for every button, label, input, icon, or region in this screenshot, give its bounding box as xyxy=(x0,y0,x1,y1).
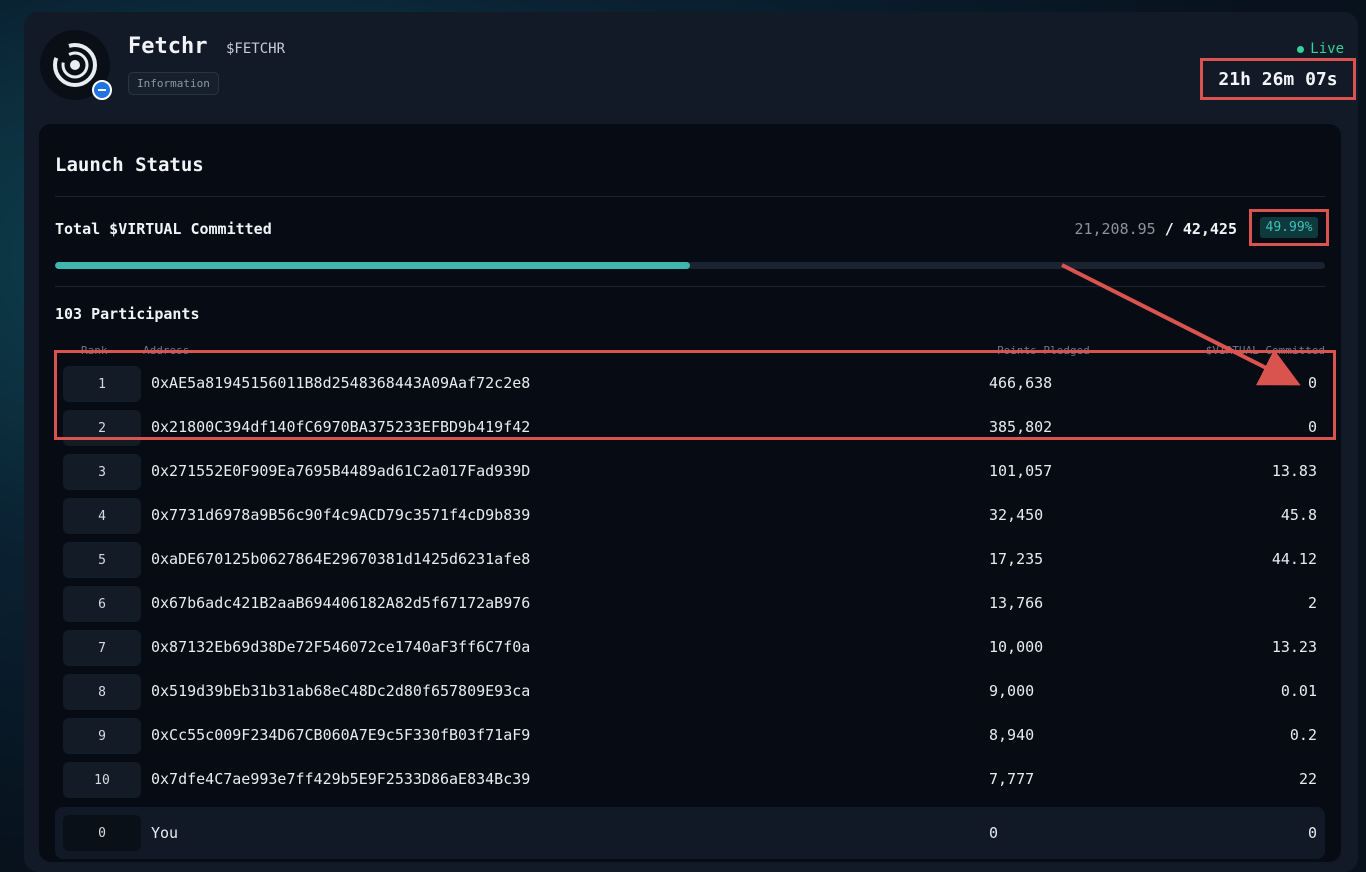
percent-highlight: 49.99% xyxy=(1249,209,1329,246)
rank-pill: 6 xyxy=(63,586,141,622)
wallet-address[interactable]: 0x87132Eb69d38De72F546072ce1740aF3ff6C7f… xyxy=(151,638,530,656)
table-row: 5 0xaDE670125b0627864E29670381d1425d6231a… xyxy=(55,538,1325,582)
rank-pill: 9 xyxy=(63,718,141,754)
points-pledged: 385,802 xyxy=(989,418,1053,436)
table-row: 10 0x7dfe4C7ae993e7ff429b5E9F2533D86aE834… xyxy=(55,758,1325,802)
table-row: 6 0x67b6adc421B2aaB694406182A82d5f67172aB… xyxy=(55,582,1325,626)
table-row: 1 0xAE5a81945156011B8d2548368443A09Aaf72c… xyxy=(55,362,1325,406)
you-label: You xyxy=(151,824,179,842)
table-row: 3 0x271552E0F909Ea7695B4489ad61C2a017Fad9… xyxy=(55,450,1325,494)
wallet-address[interactable]: 0xaDE670125b0627864E29670381d1425d6231af… xyxy=(151,550,530,568)
wallet-address[interactable]: 0x271552E0F909Ea7695B4489ad61C2a017Fad93… xyxy=(151,462,530,480)
divider xyxy=(55,286,1325,287)
rank-pill: 8 xyxy=(63,674,141,710)
percent-badge: 49.99% xyxy=(1259,217,1319,238)
progress-bar xyxy=(55,262,1325,269)
points-pledged: 10,000 xyxy=(989,638,1044,656)
points-pledged: 9,000 xyxy=(989,682,1035,700)
points-pledged: 466,638 xyxy=(989,374,1053,392)
points-pledged: 0 xyxy=(989,824,999,842)
rank-pill: 0 xyxy=(63,815,141,851)
countdown-timer: 21h 26m 07s xyxy=(1200,58,1356,100)
wallet-address[interactable]: 0xAE5a81945156011B8d2548368443A09Aaf72c2… xyxy=(151,374,530,392)
points-pledged: 8,940 xyxy=(989,726,1035,744)
table-row: 4 0x7731d6978a9B56c90f4c9ACD79c3571f4cD9b… xyxy=(55,494,1325,538)
virtual-committed: 45.8 xyxy=(1280,506,1317,524)
panel-title: Launch Status xyxy=(55,154,204,176)
rank-pill: 5 xyxy=(63,542,141,578)
table-row: 8 0x519d39bEb31b31ab68eC48Dc2d80f657809E9… xyxy=(55,670,1325,714)
live-label: Live xyxy=(1310,41,1344,57)
separator: / xyxy=(1164,220,1174,238)
total-committed-values: 21,208.95 / 42,425 xyxy=(1074,220,1237,238)
live-dot-icon xyxy=(1297,45,1305,53)
column-points: Points Pledged xyxy=(997,344,1090,357)
virtual-committed: 13.23 xyxy=(1271,638,1317,656)
table-row: 2 0x21800C394df140fC6970BA375233EFBD9b419… xyxy=(55,406,1325,450)
virtual-committed: 0.2 xyxy=(1289,726,1317,744)
wallet-address[interactable]: 0x67b6adc421B2aaB694406182A82d5f67172aB9… xyxy=(151,594,530,612)
virtual-committed: 0.01 xyxy=(1280,682,1317,700)
column-committed: $VIRTUAL Committed xyxy=(1205,344,1325,357)
live-indicator: Live xyxy=(1297,41,1344,57)
target-amount: 42,425 xyxy=(1182,220,1237,238)
wallet-address[interactable]: 0x519d39bEb31b31ab68eC48Dc2d80f657809E93… xyxy=(151,682,530,700)
virtual-committed: 22 xyxy=(1298,770,1317,788)
total-committed-label: Total $VIRTUAL Committed xyxy=(55,220,272,238)
wallet-address[interactable]: 0xCc55c009F234D67CB060A7E9c5F330fB03f71a… xyxy=(151,726,530,744)
rank-pill: 2 xyxy=(63,410,141,446)
divider xyxy=(55,196,1325,197)
participants-count: 103 Participants xyxy=(55,305,200,323)
table-row: 9 0xCc55c009F234D67CB060A7E9c5F330fB03f71… xyxy=(55,714,1325,758)
wallet-address[interactable]: 0x7dfe4C7ae993e7ff429b5E9F2533D86aE834Bc… xyxy=(151,770,530,788)
committed-amount: 21,208.95 xyxy=(1074,220,1156,238)
wallet-address[interactable]: 0x21800C394df140fC6970BA375233EFBD9b419f… xyxy=(151,418,530,436)
token-name: Fetchr xyxy=(128,34,208,59)
rank-pill: 7 xyxy=(63,630,141,666)
progress-fill xyxy=(55,262,690,269)
virtual-committed: 0 xyxy=(1307,418,1317,436)
points-pledged: 13,766 xyxy=(989,594,1044,612)
wallet-address[interactable]: 0x7731d6978a9B56c90f4c9ACD79c3571f4cD9b8… xyxy=(151,506,530,524)
points-pledged: 32,450 xyxy=(989,506,1044,524)
your-row: 0 You 0 0 xyxy=(55,807,1325,859)
rank-pill: 3 xyxy=(63,454,141,490)
virtual-committed: 0 xyxy=(1307,374,1317,392)
table-row: 7 0x87132Eb69d38De72F546072ce1740aF3ff6C7… xyxy=(55,626,1325,670)
token-header: Fetchr $FETCHR Information Live 21h 26m … xyxy=(24,12,1358,122)
chain-badge-icon xyxy=(92,80,112,100)
information-tag[interactable]: Information xyxy=(128,72,219,95)
virtual-committed: 13.83 xyxy=(1271,462,1317,480)
points-pledged: 7,777 xyxy=(989,770,1035,788)
virtual-committed: 2 xyxy=(1307,594,1317,612)
virtual-committed: 44.12 xyxy=(1271,550,1317,568)
rank-pill: 1 xyxy=(63,366,141,402)
eye-swirl-icon xyxy=(53,43,97,87)
column-rank: Rank xyxy=(81,344,108,357)
rank-pill: 10 xyxy=(63,762,141,798)
launch-card: Fetchr $FETCHR Information Live 21h 26m … xyxy=(24,12,1358,872)
token-ticker: $FETCHR xyxy=(226,41,286,57)
virtual-committed: 0 xyxy=(1307,824,1317,842)
points-pledged: 101,057 xyxy=(989,462,1053,480)
rank-pill: 4 xyxy=(63,498,141,534)
points-pledged: 17,235 xyxy=(989,550,1044,568)
column-address: Address xyxy=(143,344,190,357)
launch-status-panel: Launch Status Total $VIRTUAL Committed 2… xyxy=(39,124,1341,862)
